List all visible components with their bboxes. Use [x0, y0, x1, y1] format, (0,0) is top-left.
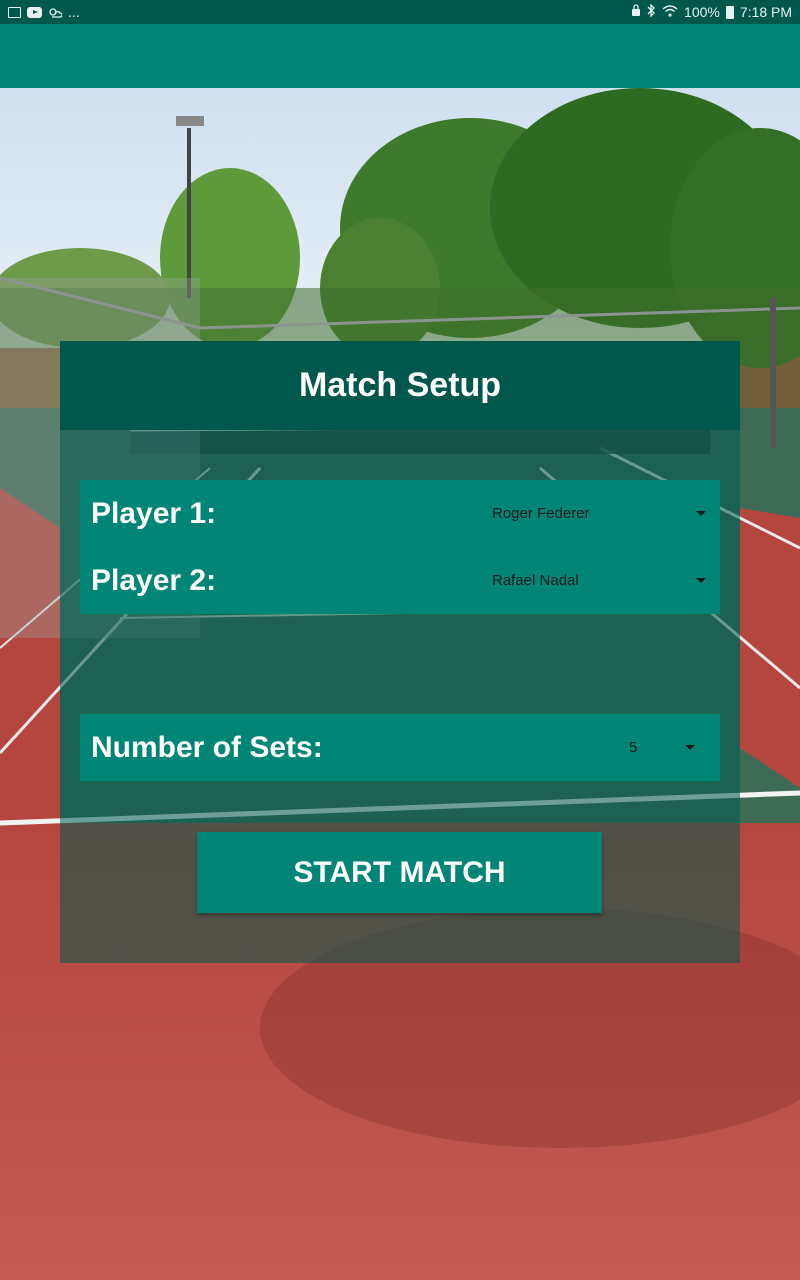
player2-dropdown[interactable]: Rafael Nadal [492, 561, 706, 601]
status-time: 7:18 PM [739, 4, 792, 20]
wifi-icon [662, 4, 678, 20]
player1-label: Player 1: [91, 496, 217, 530]
sets-panel: Number of Sets: 5 [80, 714, 720, 781]
app-bar [0, 24, 800, 88]
start-match-button[interactable]: START MATCH [197, 832, 602, 913]
dropdown-arrow-icon [696, 578, 706, 583]
image-icon [8, 6, 21, 18]
lock-icon [631, 4, 641, 20]
youtube-icon [27, 6, 42, 18]
player1-dropdown[interactable]: Roger Federer [492, 494, 706, 534]
dropdown-arrow-icon [685, 745, 695, 750]
player2-selected-value: Rafael Nadal [492, 572, 579, 589]
player1-row: Player 1: Roger Federer [80, 480, 720, 547]
players-panel: Player 1: Roger Federer Player 2: Rafael… [80, 480, 720, 614]
sets-selected-value: 5 [629, 739, 638, 756]
match-setup-card: Match Setup Player 1: Roger Federer Play… [60, 341, 740, 963]
status-more-indicator: ... [68, 4, 80, 20]
status-left: ... [8, 4, 80, 20]
card-title: Match Setup [60, 341, 740, 430]
sets-dropdown[interactable]: 5 [629, 728, 695, 768]
sets-row: Number of Sets: 5 [80, 714, 720, 781]
battery-icon [725, 5, 734, 19]
player1-selected-value: Roger Federer [492, 505, 590, 522]
weather-icon [48, 6, 63, 18]
status-bar: ... 100% 7:18 PM [0, 0, 800, 24]
status-right: 100% 7:18 PM [631, 3, 792, 20]
bluetooth-icon [647, 3, 656, 20]
sets-label: Number of Sets: [91, 730, 323, 764]
player2-row: Player 2: Rafael Nadal [80, 547, 720, 614]
player2-label: Player 2: [91, 563, 217, 597]
dropdown-arrow-icon [696, 511, 706, 516]
battery-percent: 100% [684, 4, 720, 20]
